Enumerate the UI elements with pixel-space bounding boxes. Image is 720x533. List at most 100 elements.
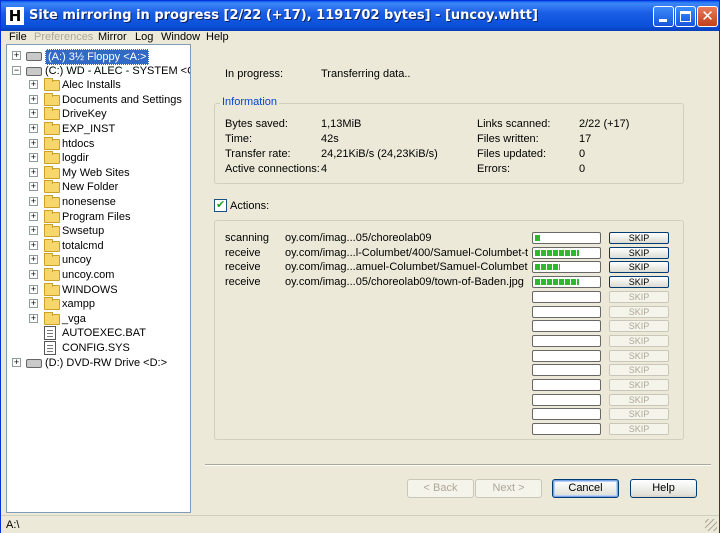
links-scanned-value: 2/22 (+17) xyxy=(579,118,630,130)
tree-item[interactable]: + Documents and Settings xyxy=(7,92,190,107)
expand-icon[interactable]: + xyxy=(29,80,38,90)
skip-button[interactable]: SKIP xyxy=(609,290,669,303)
expand-icon[interactable]: + xyxy=(12,357,21,367)
folder-icon xyxy=(44,195,60,208)
menu-preferences[interactable]: Preferences xyxy=(34,31,93,44)
tree-item[interactable]: + xampp xyxy=(7,297,190,311)
tree-item[interactable]: + New Folder xyxy=(7,180,190,194)
file-icon xyxy=(44,326,56,341)
tree-item[interactable]: + Program Files xyxy=(7,209,190,224)
time-value: 42s xyxy=(321,133,339,145)
close-icon: ✕ xyxy=(701,7,714,25)
tree-item[interactable]: + Swsetup xyxy=(7,224,190,238)
tree-item-label: htdocs xyxy=(62,137,95,150)
skip-button[interactable]: SKIP xyxy=(609,393,669,406)
expand-icon[interactable]: + xyxy=(29,270,38,279)
window-title: Site mirroring in progress [2/22 (+17), … xyxy=(29,8,538,23)
tree-item[interactable]: + EXP_INST xyxy=(7,122,190,136)
skip-button[interactable]: SKIP xyxy=(609,423,669,436)
skip-button[interactable]: SKIP xyxy=(609,379,669,391)
expand-icon[interactable]: + xyxy=(29,255,38,265)
cancel-button[interactable]: Cancel xyxy=(552,479,619,498)
folder-icon xyxy=(44,209,60,223)
expand-icon[interactable]: + xyxy=(29,226,38,236)
action-progress-bar xyxy=(532,423,601,436)
tree-item[interactable]: + DriveKey xyxy=(7,107,190,121)
minimize-button[interactable] xyxy=(653,6,674,27)
folder-tree[interactable]: + (A:) 3½ Floppy <A:> − (C:) WD - ALEC - SY… xyxy=(6,44,191,513)
tree-item-label: Documents and Settings xyxy=(62,93,182,106)
skip-button[interactable]: SKIP xyxy=(609,261,669,274)
tree-item[interactable]: + WINDOWS xyxy=(7,282,190,297)
expand-icon[interactable]: + xyxy=(29,313,38,323)
files-updated-value: 0 xyxy=(579,148,586,160)
collapse-icon[interactable]: − xyxy=(12,65,21,75)
expand-icon[interactable]: + xyxy=(29,167,38,177)
action-progress-bar xyxy=(532,364,601,377)
time-label: Time: xyxy=(225,133,253,145)
action-progress-bar xyxy=(532,334,601,347)
tree-item[interactable]: + uncoy.com xyxy=(7,268,190,282)
expand-icon[interactable]: + xyxy=(29,182,38,192)
pane-splitter[interactable] xyxy=(192,44,194,513)
expand-icon[interactable]: + xyxy=(29,284,38,294)
menu-mirror[interactable]: Mirror xyxy=(98,31,127,44)
expand-icon[interactable]: + xyxy=(29,94,38,104)
tree-item[interactable]: + My Web Sites xyxy=(7,165,190,180)
help-button[interactable]: Help xyxy=(630,479,697,498)
tree-item-label: Alec Installs xyxy=(62,79,121,92)
skip-button[interactable]: SKIP xyxy=(609,246,669,259)
tree-item[interactable]: + uncoy xyxy=(7,253,190,267)
action-url: oy.com/imag...05/choreolab09/town-of-Bad… xyxy=(285,276,524,289)
information-title: Information xyxy=(220,96,280,109)
app-logo-icon: H xyxy=(6,7,24,25)
skip-button[interactable]: SKIP xyxy=(609,349,669,362)
expand-icon[interactable]: + xyxy=(29,138,38,148)
folder-icon xyxy=(44,297,60,311)
maximize-icon xyxy=(680,11,691,22)
button-divider xyxy=(205,464,711,466)
maximize-button[interactable] xyxy=(675,6,696,27)
close-button[interactable]: ✕ xyxy=(697,6,718,27)
folder-icon xyxy=(44,180,60,194)
tree-item[interactable]: + htdocs xyxy=(7,136,190,151)
expand-icon[interactable]: + xyxy=(12,51,21,60)
next-button[interactable]: Next > xyxy=(475,479,542,498)
tree-item[interactable]: + Alec Installs xyxy=(7,78,190,92)
skip-button[interactable]: SKIP xyxy=(609,320,669,333)
tree-item[interactable]: + _vga xyxy=(7,311,190,326)
tree-item-label: nonesense xyxy=(62,196,116,208)
back-button[interactable]: < Back xyxy=(407,479,474,498)
skip-button[interactable]: SKIP xyxy=(609,334,669,347)
title-bar[interactable]: H Site mirroring in progress [2/22 (+17)… xyxy=(1,1,719,31)
expand-icon[interactable]: + xyxy=(29,299,38,309)
skip-button[interactable]: SKIP xyxy=(609,305,669,318)
tree-item[interactable]: + (A:) 3½ Floppy <A:> xyxy=(7,49,190,65)
expand-icon[interactable]: + xyxy=(29,153,38,163)
menu-log[interactable]: Log xyxy=(135,31,153,44)
tree-item[interactable]: − (C:) WD - ALEC - SYSTEM <C:> xyxy=(7,64,190,78)
actions-checkbox[interactable]: ✔ xyxy=(214,198,227,212)
expand-icon[interactable]: + xyxy=(29,197,38,206)
expand-icon[interactable]: + xyxy=(29,211,38,221)
folder-icon xyxy=(44,165,60,179)
tree-item[interactable]: CONFIG.SYS xyxy=(7,341,190,355)
action-progress-bar xyxy=(532,305,601,318)
tree-item[interactable]: + (D:) DVD-RW Drive <D:> xyxy=(7,356,190,370)
resize-grip-icon[interactable] xyxy=(705,519,717,531)
expand-icon[interactable]: + xyxy=(29,109,38,119)
active-connections-value: 4 xyxy=(321,163,328,175)
tree-item[interactable]: + logdir xyxy=(7,151,190,165)
expand-icon[interactable]: + xyxy=(29,124,38,133)
skip-button[interactable]: SKIP xyxy=(609,232,669,244)
menu-help[interactable]: Help xyxy=(206,31,229,44)
skip-button[interactable]: SKIP xyxy=(609,276,669,289)
menu-file[interactable]: File xyxy=(9,31,27,44)
expand-icon[interactable]: + xyxy=(29,240,38,250)
tree-item[interactable]: + totalcmd xyxy=(7,238,190,253)
menu-window[interactable]: Window xyxy=(161,31,200,44)
skip-button[interactable]: SKIP xyxy=(609,364,669,377)
tree-item[interactable]: + nonesense xyxy=(7,195,190,209)
tree-item[interactable]: AUTOEXEC.BAT xyxy=(7,326,190,341)
skip-button[interactable]: SKIP xyxy=(609,408,669,421)
